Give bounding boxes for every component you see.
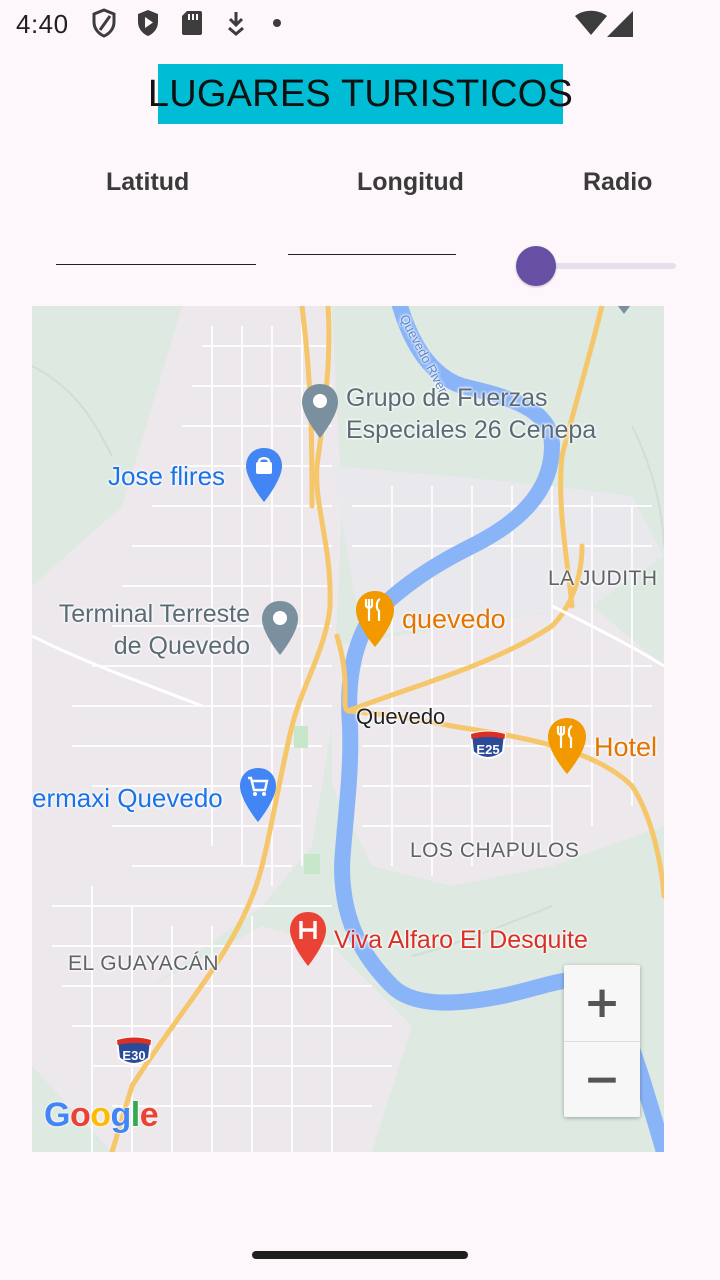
highway-shield-icon: E25 xyxy=(469,730,507,759)
logo-letter: e xyxy=(139,1096,159,1134)
radius-slider[interactable] xyxy=(516,246,678,286)
minus-icon: − xyxy=(583,1053,621,1105)
map-marker-icon xyxy=(618,306,630,314)
longitude-input[interactable] xyxy=(288,215,456,255)
download-icon xyxy=(228,12,244,36)
shield-e30-label: E30 xyxy=(122,1048,145,1063)
logo-letter: o xyxy=(69,1096,91,1134)
place-label-quevedo-food[interactable]: quevedo xyxy=(402,604,506,635)
google-logo: Google xyxy=(44,1096,159,1135)
title-banner: LUGARES TURISTICOS xyxy=(148,64,573,124)
city-label-quevedo: Quevedo xyxy=(356,704,446,729)
map-view[interactable]: E25 E30 Quevedo River Grupo de Fuerzas E… xyxy=(32,306,664,1152)
place-label-jose[interactable]: Jose flires xyxy=(108,461,225,492)
status-bar: 4:40 xyxy=(0,0,720,48)
area-label-los-chapulos: LOS CHAPULOS xyxy=(410,839,580,862)
place-pin-icon[interactable] xyxy=(260,599,300,657)
page-title: LUGARES TURISTICOS xyxy=(147,72,574,115)
shopping-bag-pin-icon[interactable] xyxy=(244,446,284,504)
restaurant-pin-icon[interactable] xyxy=(546,716,588,776)
place-label-supermaxi[interactable]: ermaxi Quevedo xyxy=(32,783,223,814)
place-label-hospital[interactable]: Viva Alfaro El Desquite xyxy=(334,926,588,955)
longitude-label: Longitud xyxy=(357,168,464,196)
area-label-la-judith: LA JUDITH xyxy=(548,567,658,590)
zoom-out-button[interactable]: − xyxy=(564,1041,640,1117)
sd-card-icon xyxy=(182,11,202,35)
home-gesture-handle[interactable] xyxy=(252,1251,468,1259)
status-time: 4:40 xyxy=(16,9,69,39)
shopping-cart-pin-icon[interactable] xyxy=(238,766,278,824)
latitude-input[interactable] xyxy=(56,225,256,265)
zoom-controls: + − xyxy=(564,965,640,1117)
logo-letter: g xyxy=(110,1096,132,1134)
dot-icon xyxy=(273,19,281,27)
place-label-hotel[interactable]: Hotel xyxy=(594,732,657,763)
logo-letter: o xyxy=(90,1096,111,1134)
shield-icon xyxy=(92,8,116,38)
slider-thumb[interactable] xyxy=(516,246,556,286)
latitude-label: Latitud xyxy=(106,168,190,196)
plus-icon: + xyxy=(583,977,621,1028)
hospital-pin-icon[interactable] xyxy=(288,910,328,968)
logo-letter: G xyxy=(44,1096,70,1134)
shield-e25-label: E25 xyxy=(476,742,499,757)
place-label-grupo[interactable]: Grupo de Fuerzas Especiales 26 Cenepa xyxy=(346,382,596,446)
area-label-el-guayacan: EL GUAYACÁN xyxy=(68,952,219,975)
place-pin-icon[interactable] xyxy=(300,382,340,440)
zoom-in-button[interactable]: + xyxy=(564,965,640,1041)
highway-shield-icon: E30 xyxy=(115,1036,153,1065)
signal-icon xyxy=(607,11,633,37)
play-protect-icon xyxy=(138,10,158,36)
wifi-icon xyxy=(575,10,607,35)
place-label-terminal[interactable]: Terminal Terreste de Quevedo xyxy=(34,598,250,662)
logo-letter: l xyxy=(130,1096,140,1134)
restaurant-pin-icon[interactable] xyxy=(354,589,396,649)
radius-label: Radio xyxy=(583,168,653,196)
